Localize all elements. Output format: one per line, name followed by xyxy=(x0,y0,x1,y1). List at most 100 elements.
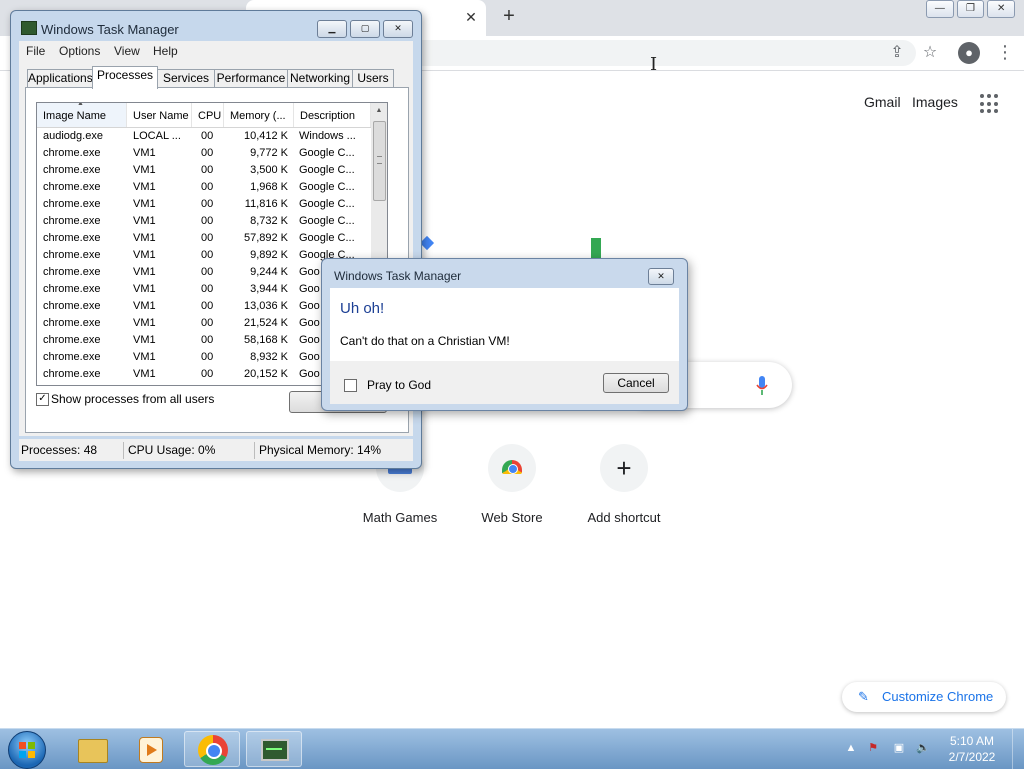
column-description[interactable]: Description xyxy=(294,103,371,127)
process-cpu: 00 xyxy=(201,300,214,312)
process-cpu: 00 xyxy=(201,198,214,210)
bookmark-star-icon[interactable]: ☆ xyxy=(919,42,941,64)
process-row[interactable]: chrome.exe VM1 00 8,732 K Google C... xyxy=(37,213,371,230)
scrollbar-thumb[interactable] xyxy=(373,121,386,201)
taskbar-task-manager[interactable] xyxy=(246,731,302,767)
process-row[interactable]: chrome.exe VM1 00 57,892 K Google C... xyxy=(37,230,371,247)
taskbar-explorer[interactable] xyxy=(62,731,118,767)
process-image-name: chrome.exe xyxy=(43,198,101,210)
start-button[interactable] xyxy=(8,731,46,769)
customize-chrome-button[interactable]: ✎ Customize Chrome xyxy=(842,682,1006,712)
process-description: Google C... xyxy=(299,215,355,227)
share-icon[interactable]: ⇪ xyxy=(886,42,908,64)
taskbar-chrome[interactable] xyxy=(184,731,240,767)
process-user-name: VM1 xyxy=(133,300,156,312)
scroll-up-icon[interactable]: ▲ xyxy=(371,103,387,119)
close-button[interactable]: ✕ xyxy=(987,0,1016,18)
text-cursor-icon: I xyxy=(650,54,658,75)
microphone-icon[interactable] xyxy=(756,376,768,396)
restore-button[interactable]: ❐ xyxy=(956,0,985,18)
process-row[interactable]: chrome.exe VM1 00 1,968 K Google C... xyxy=(37,179,371,196)
column-cpu[interactable]: CPU xyxy=(192,103,224,127)
show-desktop-button[interactable] xyxy=(1012,729,1024,769)
column-user-name[interactable]: User Name xyxy=(127,103,192,127)
status-processes: Processes: 48 xyxy=(21,443,98,457)
windows-taskbar: ▲ ⚑ ▣ 🔈 5:10 AM 2/7/2022 xyxy=(0,728,1024,769)
show-hidden-icons-icon[interactable]: ▲ xyxy=(844,741,858,755)
process-image-name: chrome.exe xyxy=(43,181,101,193)
profile-icon[interactable]: ● xyxy=(958,42,980,64)
shortcut-web-store[interactable]: Web Store xyxy=(456,444,568,525)
volume-icon[interactable]: 🔈 xyxy=(916,741,930,755)
process-cpu: 00 xyxy=(201,130,214,142)
task-manager-icon xyxy=(261,739,289,761)
process-memory: 3,944 K xyxy=(250,283,288,295)
column-memory[interactable]: Memory (... xyxy=(224,103,294,127)
plus-icon: + xyxy=(616,453,632,483)
gmail-link[interactable]: Gmail xyxy=(864,94,901,110)
process-memory: 8,932 K xyxy=(250,351,288,363)
chrome-icon xyxy=(198,735,228,765)
process-row[interactable]: chrome.exe VM1 00 11,816 K Google C... xyxy=(37,196,371,213)
process-cpu: 00 xyxy=(201,164,214,176)
process-memory: 1,968 K xyxy=(250,181,288,193)
process-cpu: 00 xyxy=(201,249,214,261)
process-row[interactable]: chrome.exe VM1 00 9,772 K Google C... xyxy=(37,145,371,162)
process-user-name: VM1 xyxy=(133,317,156,329)
process-user-name: VM1 xyxy=(133,351,156,363)
tab-applications[interactable]: Applications xyxy=(27,69,93,88)
process-image-name: chrome.exe xyxy=(43,334,101,346)
minimize-button[interactable]: — xyxy=(926,0,954,18)
task-manager-titlebar[interactable]: Windows Task Manager ▁ ▢ ✕ xyxy=(11,11,421,39)
process-row[interactable]: audiodg.exe LOCAL ... 00 10,412 K Windows ..… xyxy=(37,128,371,145)
menu-help[interactable]: Help xyxy=(153,44,178,58)
tab-performance[interactable]: Performance xyxy=(214,69,288,88)
process-memory: 13,036 K xyxy=(243,300,288,312)
process-cpu: 00 xyxy=(201,215,214,227)
column-image-name[interactable]: ▲ Image Name xyxy=(37,103,127,127)
taskbar-media-player[interactable] xyxy=(122,731,178,767)
dialog-footer: Pray to God Cancel xyxy=(330,361,679,404)
network-icon[interactable]: ▣ xyxy=(892,741,906,755)
google-apps-icon[interactable] xyxy=(980,94,1000,114)
close-button[interactable]: ✕ xyxy=(383,20,413,38)
cancel-button[interactable]: Cancel xyxy=(603,373,669,393)
action-center-icon[interactable]: ⚑ xyxy=(866,741,880,755)
process-description: Google C... xyxy=(299,147,355,159)
status-physical-memory: Physical Memory: 14% xyxy=(259,443,382,457)
system-clock[interactable]: 5:10 AM 2/7/2022 xyxy=(940,733,1004,765)
chrome-window-controls: — ❐ ✕ xyxy=(926,0,1018,18)
menu-view[interactable]: View xyxy=(114,44,140,58)
tab-close-icon[interactable]: ✕ xyxy=(462,8,480,26)
tab-processes[interactable]: Processes xyxy=(92,66,158,89)
dialog-message: Can't do that on a Christian VM! xyxy=(340,334,510,348)
tab-services[interactable]: Services xyxy=(157,69,215,88)
new-tab-button[interactable]: + xyxy=(498,5,520,27)
tab-networking[interactable]: Networking xyxy=(287,69,353,88)
shortcut-add[interactable]: + Add shortcut xyxy=(568,444,680,525)
grip-icon xyxy=(377,156,382,164)
process-description: Google C... xyxy=(299,181,355,193)
process-user-name: VM1 xyxy=(133,232,156,244)
process-user-name: VM1 xyxy=(133,164,156,176)
process-user-name: VM1 xyxy=(133,283,156,295)
dialog-close-icon[interactable]: ✕ xyxy=(648,268,674,285)
shortcut-label: Math Games xyxy=(362,510,438,525)
maximize-button[interactable]: ▢ xyxy=(350,20,380,38)
menu-file[interactable]: File xyxy=(26,44,45,58)
images-link[interactable]: Images xyxy=(912,94,958,110)
clock-time: 5:10 AM xyxy=(949,734,995,748)
clock-date: 2/7/2022 xyxy=(948,750,996,764)
process-row[interactable]: chrome.exe VM1 00 3,500 K Google C... xyxy=(37,162,371,179)
pray-to-god-checkbox[interactable] xyxy=(344,379,357,392)
show-all-processes-checkbox[interactable]: ✓ xyxy=(36,393,49,406)
minimize-button[interactable]: ▁ xyxy=(317,20,347,38)
status-cpu-usage: CPU Usage: 0% xyxy=(128,443,216,457)
process-description: Google C... xyxy=(299,232,355,244)
menu-options[interactable]: Options xyxy=(59,44,100,58)
chrome-menu-icon[interactable]: ⋮ xyxy=(996,42,1014,63)
google-logo-fragment-green xyxy=(591,238,601,258)
process-description: Google C... xyxy=(299,164,355,176)
tab-users[interactable]: Users xyxy=(352,69,394,88)
process-user-name: VM1 xyxy=(133,215,156,227)
